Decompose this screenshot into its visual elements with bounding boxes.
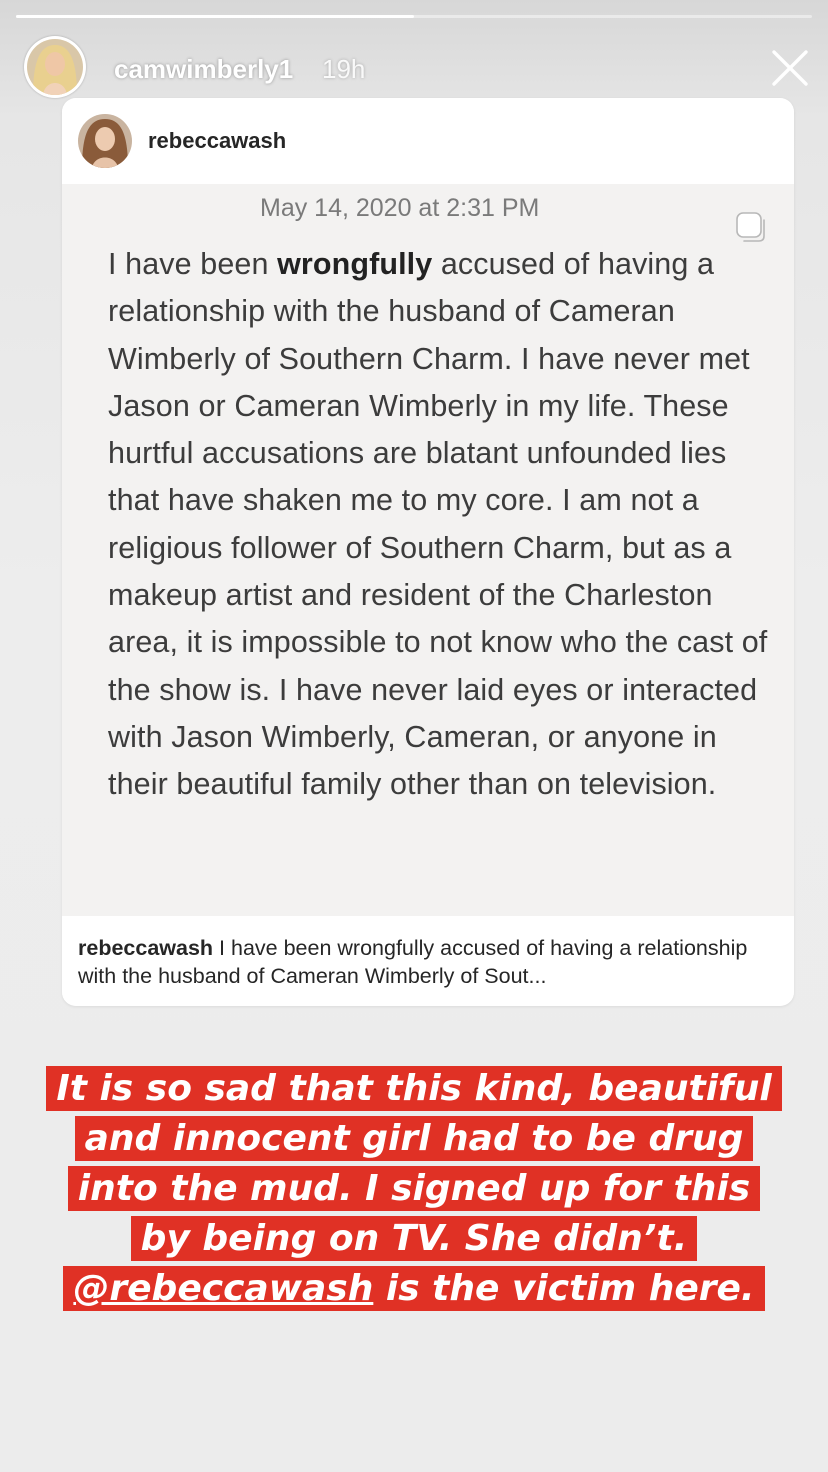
story-header: camwimberly1 19h <box>24 36 810 102</box>
mention-link[interactable]: @rebeccawash <box>73 1268 373 1309</box>
overlay-line: into the mud. I signed up for this <box>67 1166 761 1211</box>
overlay-last-line-text: is the victim here. <box>373 1268 755 1309</box>
post-header: rebeccawash <box>62 98 794 184</box>
post-caption: rebeccawash I have been wrongfully accus… <box>62 916 794 1006</box>
story-username[interactable]: camwimberly1 <box>114 54 293 85</box>
post-author-avatar[interactable] <box>78 114 132 168</box>
overlay-line: and innocent girl had to be drug <box>74 1116 754 1161</box>
note-body-text: I have been wrongfully accused of having… <box>108 241 768 809</box>
note-date: May 14, 2020 at 2:31 PM <box>260 194 540 222</box>
caption-text: rebeccawash I have been wrongfully accus… <box>78 934 778 990</box>
overlay-line: It is so sad that this kind, beautiful <box>46 1066 782 1111</box>
copy-icon <box>734 210 768 244</box>
shared-post-card[interactable]: rebeccawash May 14, 2020 at 2:31 PM I ha… <box>62 98 794 1006</box>
close-icon[interactable] <box>770 48 810 88</box>
story-timestamp: 19h <box>322 54 366 84</box>
note-text-start: I have been <box>108 247 278 281</box>
story-progress-bar <box>16 15 812 18</box>
note-text-rest: accused of having a relationship with th… <box>108 247 768 802</box>
note-text-bold: wrongfully <box>277 247 433 281</box>
story-progress-fill <box>16 15 414 18</box>
story-avatar[interactable] <box>24 36 86 98</box>
overlay-last-line: @rebeccawash is the victim here. <box>63 1266 765 1311</box>
caption-username[interactable]: rebeccawash <box>78 936 213 960</box>
story-caption-overlay: It is so sad that this kind, beautiful a… <box>0 1064 828 1314</box>
overlay-line: by being on TV. She didn’t. <box>130 1216 698 1261</box>
post-author-username[interactable]: rebeccawash <box>148 128 286 154</box>
story-avatar-image <box>27 39 83 95</box>
